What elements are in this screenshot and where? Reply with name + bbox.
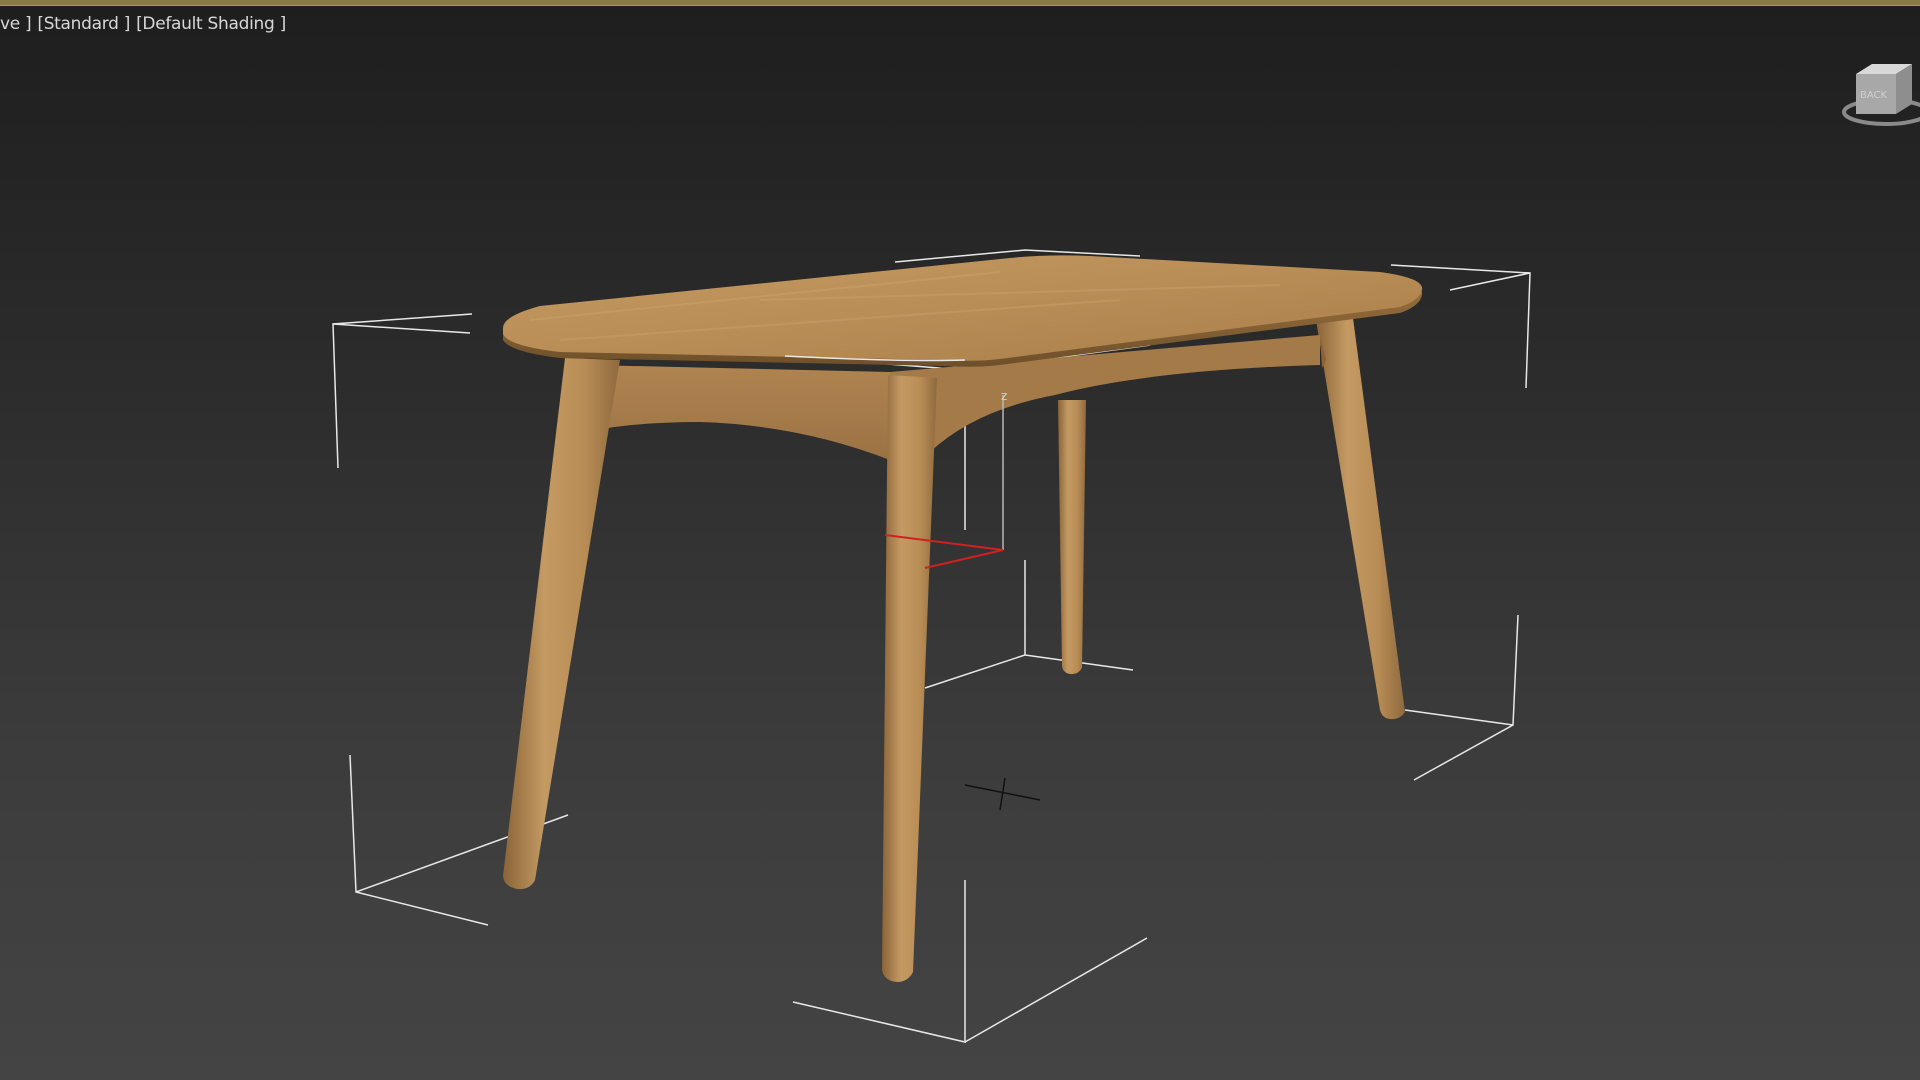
perspective-viewport[interactable]: ve ] [Standard ] [Default Shading ] z BA… [0,0,1920,1080]
gizmo-z-label: z [1001,389,1007,403]
pivot-cross [964,777,1041,811]
viewcube-face-label: BACK [1860,90,1888,101]
gizmo-y-axis [924,549,1004,569]
viewcube-icon[interactable]: BACK [1826,54,1920,134]
scene-canvas[interactable]: z [0,0,1920,1080]
